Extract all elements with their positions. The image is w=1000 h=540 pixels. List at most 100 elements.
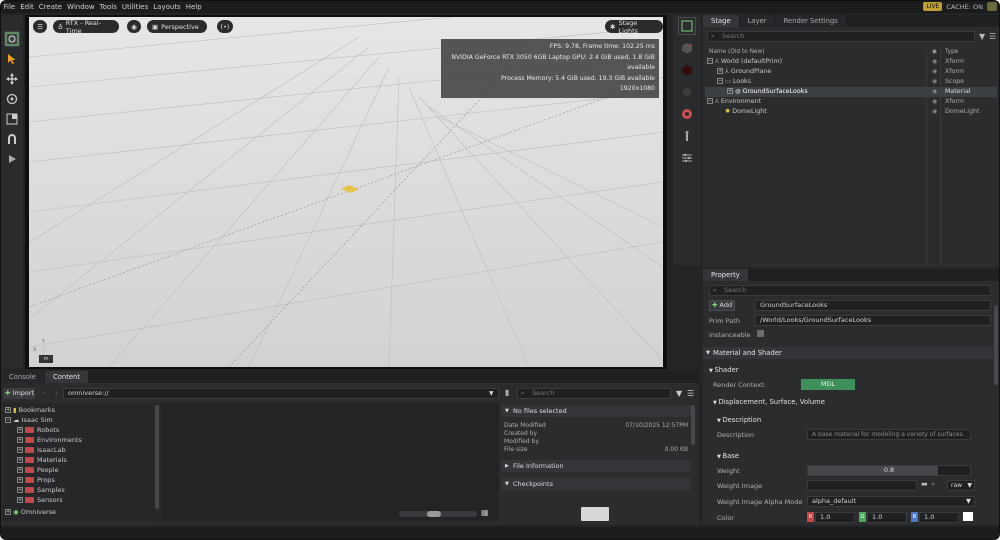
eye-icon[interactable]: ◉	[932, 77, 937, 87]
prim-path-field[interactable]: /World/Looks/GroundSurfaceLooks	[755, 315, 991, 326]
section-checkpoints[interactable]: ▼ Checkpoints	[501, 478, 691, 490]
tree-item-environments[interactable]: + Environments	[17, 435, 82, 445]
viewport[interactable]: ☰ ♁ RTX - Real-Time ◉ ▣ Perspective (•) …	[25, 15, 667, 369]
viewport-settings-button[interactable]: ☰	[33, 20, 47, 33]
stage-options-icon[interactable]: ☰	[989, 32, 996, 41]
menu-window[interactable]: Window	[65, 1, 98, 13]
menu-tools[interactable]: Tools	[97, 1, 119, 13]
eye-icon[interactable]: ◉	[932, 57, 937, 67]
tree-scrollbar[interactable]	[155, 405, 159, 509]
prim-cube-red-icon[interactable]: x	[678, 39, 696, 57]
scale-icon[interactable]	[4, 111, 20, 127]
tree-item-sensors[interactable]: + Sensors	[17, 495, 63, 505]
snap-icon[interactable]	[4, 31, 20, 47]
material-icon[interactable]	[678, 105, 696, 123]
import-button[interactable]: ✚ Import	[3, 388, 35, 399]
section-no-files[interactable]: ▼ No files selected	[501, 405, 691, 417]
tree-item-people[interactable]: + People	[17, 465, 59, 475]
expand-icon[interactable]: +	[17, 487, 23, 493]
prim-name-field[interactable]: GroundSurfaceLooks	[755, 300, 991, 311]
move-icon[interactable]	[4, 71, 20, 87]
eye-icon[interactable]: ◉	[932, 87, 937, 97]
tree-item-robots[interactable]: + Robots	[17, 425, 59, 435]
expand-icon[interactable]: +	[17, 467, 23, 473]
stage-search-input[interactable]: ⌕ Search	[707, 31, 975, 42]
expand-icon[interactable]: +	[5, 407, 11, 413]
locate-icon[interactable]: ⌖	[931, 480, 935, 489]
tab-render-settings[interactable]: Render Settings	[775, 15, 846, 27]
tab-property[interactable]: Property	[703, 269, 748, 281]
weight-image-path-field[interactable]	[807, 480, 917, 491]
collapse-icon[interactable]: −	[707, 58, 713, 64]
expand-icon[interactable]: +	[17, 477, 23, 483]
section-material-and-shader[interactable]: ▼ Material and Shader	[703, 347, 993, 359]
play-icon[interactable]	[4, 151, 20, 167]
section-displacement[interactable]: ▼ Displacement, Surface, Volume	[713, 398, 825, 406]
cache-icon[interactable]	[987, 2, 997, 11]
eye-icon[interactable]: ◉	[932, 97, 937, 107]
instanceable-checkbox[interactable]	[757, 330, 764, 337]
collapse-icon[interactable]: −	[717, 78, 723, 84]
tree-item-isaac-sim[interactable]: − ☁ Isaac Sim	[5, 415, 53, 425]
stage-lights-button[interactable]: ✱ Stage Lights	[605, 19, 663, 35]
zoom-slider[interactable]	[399, 511, 477, 517]
color-r-field[interactable]: 1.0	[815, 512, 855, 523]
visibility-button[interactable]: ◉	[127, 20, 141, 33]
tree-row-world[interactable]: − ⅄ World (defaultPrim) ◉ Xform	[705, 57, 997, 67]
expand-icon[interactable]: +	[5, 509, 11, 515]
section-file-information[interactable]: ▶ File Information	[501, 460, 691, 472]
info-scrollbar[interactable]	[691, 405, 695, 445]
content-options-icon[interactable]: ☰	[687, 389, 694, 398]
magnet-icon[interactable]	[4, 131, 20, 147]
tree-row-domelight[interactable]: ✹ DomeLight ◉ DomeLight	[705, 107, 997, 117]
expand-icon[interactable]: +	[17, 437, 23, 443]
bookmark-icon[interactable]: ▮	[505, 388, 509, 397]
property-scrollbar[interactable]	[994, 305, 998, 385]
back-arrow-icon[interactable]: ‹	[43, 389, 46, 397]
menu-layouts[interactable]: Layouts	[151, 1, 183, 13]
collapse-icon[interactable]: −	[5, 417, 11, 423]
tab-content[interactable]: Content	[44, 371, 89, 383]
collapse-icon[interactable]: −	[707, 98, 713, 104]
tree-item-omniverse[interactable]: + ◉ Omniverse	[5, 507, 56, 517]
menu-file[interactable]: File	[1, 1, 18, 13]
select-cursor-icon[interactable]	[4, 51, 20, 67]
add-button[interactable]: ✚ Add	[709, 300, 735, 311]
capture-button[interactable]: (•)	[217, 20, 233, 33]
menu-create[interactable]: Create	[36, 1, 64, 13]
weight-alpha-dropdown[interactable]: alpha_default ▼	[807, 496, 975, 507]
color-g-field[interactable]: 1.0	[867, 512, 907, 523]
tab-console[interactable]: Console	[1, 371, 44, 383]
column-name-header[interactable]: Name (Old to New)	[709, 49, 764, 55]
tree-item-materials[interactable]: + Materials	[17, 455, 67, 465]
expand-icon[interactable]: +	[17, 457, 23, 463]
content-search-input[interactable]: ⌕ Search	[517, 388, 671, 399]
render-mode-button[interactable]: ♁ RTX - Real-Time	[53, 19, 119, 35]
tree-item-bookmarks[interactable]: + ▮ Bookmarks	[5, 405, 55, 415]
property-search-input[interactable]: ⌕ Search	[709, 285, 991, 296]
forward-arrow-icon[interactable]: ›	[55, 389, 58, 397]
eye-icon[interactable]: ◉	[932, 107, 937, 117]
filter-icon[interactable]: ▼	[979, 32, 985, 41]
path-input[interactable]: omniverse://	[63, 388, 499, 399]
live-badge[interactable]: LIVE	[923, 2, 943, 11]
menu-utilities[interactable]: Utilities	[119, 1, 150, 13]
zoom-slider-thumb[interactable]	[427, 511, 441, 517]
color-preview-swatch[interactable]	[963, 512, 973, 521]
expand-icon[interactable]: +	[17, 447, 23, 453]
description-field[interactable]: A base material for modeling a variety o…	[807, 429, 971, 440]
box-icon[interactable]	[678, 83, 696, 101]
grid-view-icon[interactable]: ▦	[481, 508, 489, 517]
tree-row-looks[interactable]: − ▭ Looks ◉ Scope	[705, 77, 997, 87]
viewport-canvas[interactable]: ☰ ♁ RTX - Real-Time ◉ ▣ Perspective (•) …	[29, 17, 663, 367]
color-b-field[interactable]: 1.0	[919, 512, 959, 523]
filter-sliders-icon[interactable]	[678, 149, 696, 167]
expand-icon[interactable]: +	[17, 427, 23, 433]
chevron-down-icon[interactable]: ▼	[489, 390, 494, 397]
stage-frame-icon[interactable]	[678, 17, 696, 35]
tab-stage[interactable]: Stage	[703, 15, 739, 27]
column-type-header[interactable]: Type	[945, 49, 958, 55]
file-grid[interactable]	[161, 403, 499, 521]
eye-icon[interactable]: ◉	[932, 67, 937, 77]
column-visibility-icon[interactable]: ◉	[932, 49, 937, 55]
